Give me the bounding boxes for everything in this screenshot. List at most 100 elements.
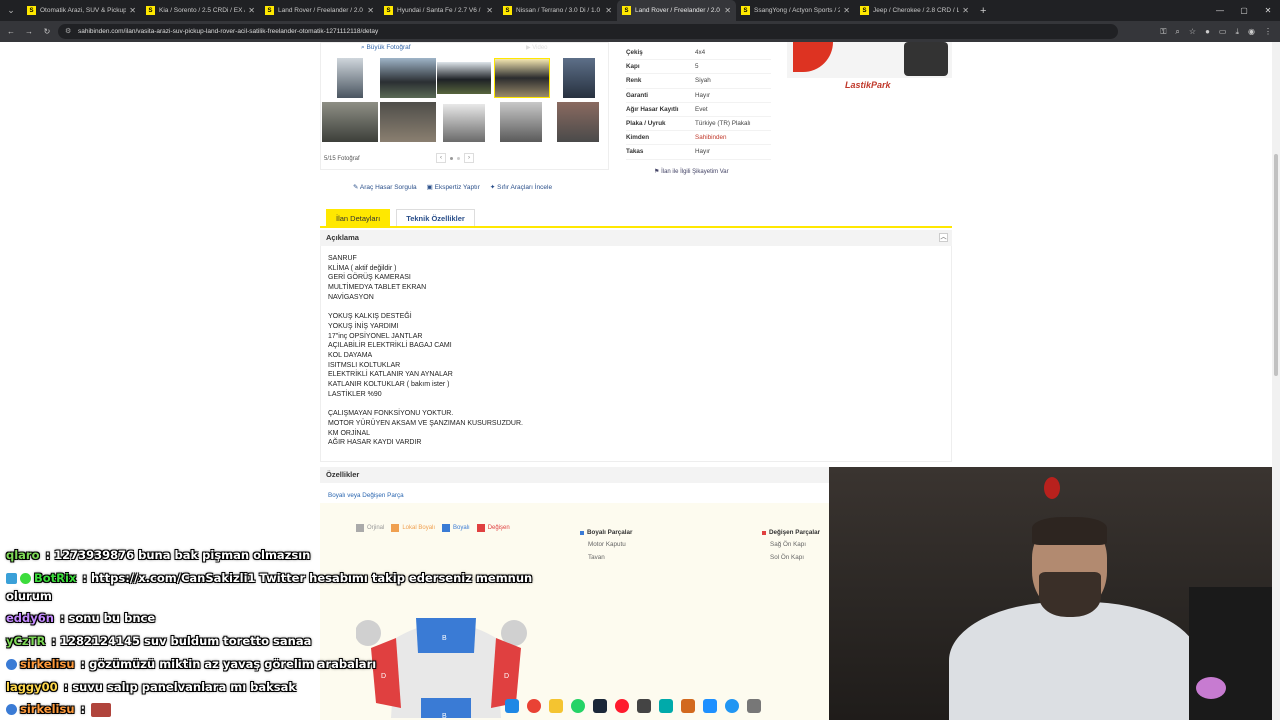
list-item: Motor Kaputu [588,541,626,548]
download-icon[interactable]: ⤓ [1235,27,1239,37]
spec-row: Plaka / Uyruk Türkiye (TR) Plakalı [626,117,771,132]
edge-icon[interactable] [725,699,739,713]
browser-tab-active[interactable]: S Land Rover / Freelander / 2.0 T ✕ [617,0,736,21]
app-icon[interactable] [659,699,673,713]
site-info-icon[interactable]: ⚙ [65,27,71,35]
painted-parts-link[interactable]: Boyalı veya Değişen Parça [328,492,404,499]
legend-item: Değişen [476,524,510,532]
steam-icon[interactable] [593,699,607,713]
gallery-thumbnail[interactable] [437,62,491,94]
legend-item: Boyalı [442,524,470,532]
menu-dots-icon[interactable]: ⋮ [1264,27,1272,37]
tab-underline [320,226,952,228]
close-tab-icon[interactable]: ✕ [486,6,493,15]
report-listing-link[interactable]: ⚑ İlan ile İlgili Şikayetim Var [654,168,729,175]
browser-tab[interactable]: S Otomatik Arazi, SUV & Pickup | ✕ [22,0,141,21]
page-scrollbar[interactable] [1272,42,1280,720]
detail-tabs: İlan Detayları Teknik Özellikler [326,209,475,226]
ad-logo[interactable]: LastikPark [845,80,891,90]
scrollbar-thumb[interactable] [1274,154,1278,376]
url-field[interactable]: ⚙ sahibinden.com/ilan/vasita-arazi-suv-p… [58,24,1118,39]
tab-listing-details[interactable]: İlan Detayları [326,209,391,226]
gallery-thumbnail[interactable] [380,58,436,98]
gallery-thumbnail[interactable] [563,58,595,98]
seller-type-link[interactable]: Sahibinden [695,134,727,141]
window-controls: — ▢ ✕ [1208,0,1280,21]
expert-link[interactable]: ▣ Ekspertiz Yaptır [427,183,480,191]
browser-tab[interactable]: S Kia / Sorento / 2.5 CRDi / EX / ✕ [141,0,260,21]
app-icon[interactable] [703,699,717,713]
maximize-icon[interactable]: ▢ [1232,0,1256,21]
spec-row: Garanti Hayır [626,89,771,103]
spec-row: Renk Siyah [626,74,771,89]
password-key-icon[interactable]: ⚿ [1160,27,1166,37]
site-favicon-icon: S [27,6,36,15]
browser-tab[interactable]: S Nissan / Terrano / 3.0 Di / 1.0 ✕ [498,0,617,21]
close-window-icon[interactable]: ✕ [1256,0,1280,21]
legend-swatch [356,524,364,532]
gallery-thumbnail[interactable] [380,102,436,142]
forward-icon[interactable]: → [20,27,38,36]
collapse-icon[interactable]: ︿ [939,233,948,242]
file-explorer-icon[interactable] [549,699,563,713]
whatsapp-icon[interactable] [571,699,585,713]
big-photo-link[interactable]: ⌕ Büyük Fotoğraf [361,44,411,52]
browser-tab[interactable]: S SsangYong / Actyon Sports / 2 ✕ [736,0,855,21]
gallery-thumbnail[interactable] [500,102,542,142]
close-tab-icon[interactable]: ✕ [962,6,969,15]
gallery-thumbnail[interactable] [557,102,599,142]
windows-start-icon[interactable] [505,699,519,713]
list-item: Sol Ön Kapı [770,554,804,561]
ad-banner[interactable] [787,42,952,78]
obs-icon[interactable] [637,699,651,713]
minimize-icon[interactable]: — [1208,0,1232,21]
bookmark-star-icon[interactable]: ☆ [1189,27,1196,37]
browser-tab[interactable]: S Land Rover / Freelander / 2.0 T ✕ [260,0,379,21]
damage-query-link[interactable]: ✎ Araç Hasar Sorgula [353,183,417,191]
browser-tab[interactable]: S Hyundai / Santa Fe / 2.7 V6 / ✕ [379,0,498,21]
chrome-icon[interactable] [527,699,541,713]
chat-message: sirkelisu : gözümüzü miktin az yavaş gör… [6,657,376,671]
next-arrow-icon[interactable]: › [464,153,474,163]
extension-icon[interactable]: ● [1205,27,1210,37]
ad-graphic [793,42,833,72]
zoom-icon[interactable]: ⌕ [1175,27,1179,37]
gallery-thumbnail[interactable] [494,58,550,98]
video-link[interactable]: ▶ Video [526,44,548,51]
close-tab-icon[interactable]: ✕ [724,6,731,15]
emote-image [91,702,112,717]
site-favicon-icon: S [384,6,393,15]
side-panel-icon[interactable]: ▭ [1219,27,1227,37]
tab-technical-specs[interactable]: Teknik Özellikler [396,209,475,226]
new-tab-icon[interactable]: + [980,5,986,17]
reload-icon[interactable]: ↻ [38,27,56,36]
tab-search-icon[interactable]: ⌄ [0,0,22,21]
new-cars-link[interactable]: ✦ Sıfır Araçları İncele [490,183,552,191]
app-icon[interactable] [681,699,695,713]
flag-icon: ⚑ [654,169,660,175]
close-tab-icon[interactable]: ✕ [367,6,374,15]
spec-row: Çekiş 4x4 [626,46,771,61]
clipboard-icon: ▣ [426,184,433,191]
page-dot[interactable] [450,156,453,160]
gallery-thumbnail[interactable] [337,58,363,98]
opera-icon[interactable] [615,699,629,713]
close-tab-icon[interactable]: ✕ [248,6,255,15]
left-door-label: D [381,673,386,680]
close-tab-icon[interactable]: ✕ [605,6,612,15]
prev-arrow-icon[interactable]: ‹ [436,153,446,163]
chat-message: eddy6n : sonu bu bnce [6,611,156,625]
page-dot[interactable] [457,156,460,160]
profile-avatar[interactable]: ◉ [1248,27,1255,37]
gallery-thumbnail[interactable] [322,102,378,142]
close-tab-icon[interactable]: ✕ [129,6,136,15]
browser-tab[interactable]: S Jeep / Cherokee / 2.8 CRD / Lim ✕ [855,0,974,21]
description-text: SANRUF KLİMA ( aktif değildir ) GERİ GÖR… [328,255,523,447]
app-icon[interactable] [747,699,761,713]
blue-bullet-icon [580,530,584,535]
spec-row: Ağır Hasar Kayıtlı Evet [626,103,771,117]
back-icon[interactable]: ← [2,27,20,36]
close-tab-icon[interactable]: ✕ [843,6,850,15]
chat-message: yCzTR : 1282124145 suv buldum toretto sa… [6,634,312,648]
gallery-thumbnail[interactable] [443,104,485,142]
